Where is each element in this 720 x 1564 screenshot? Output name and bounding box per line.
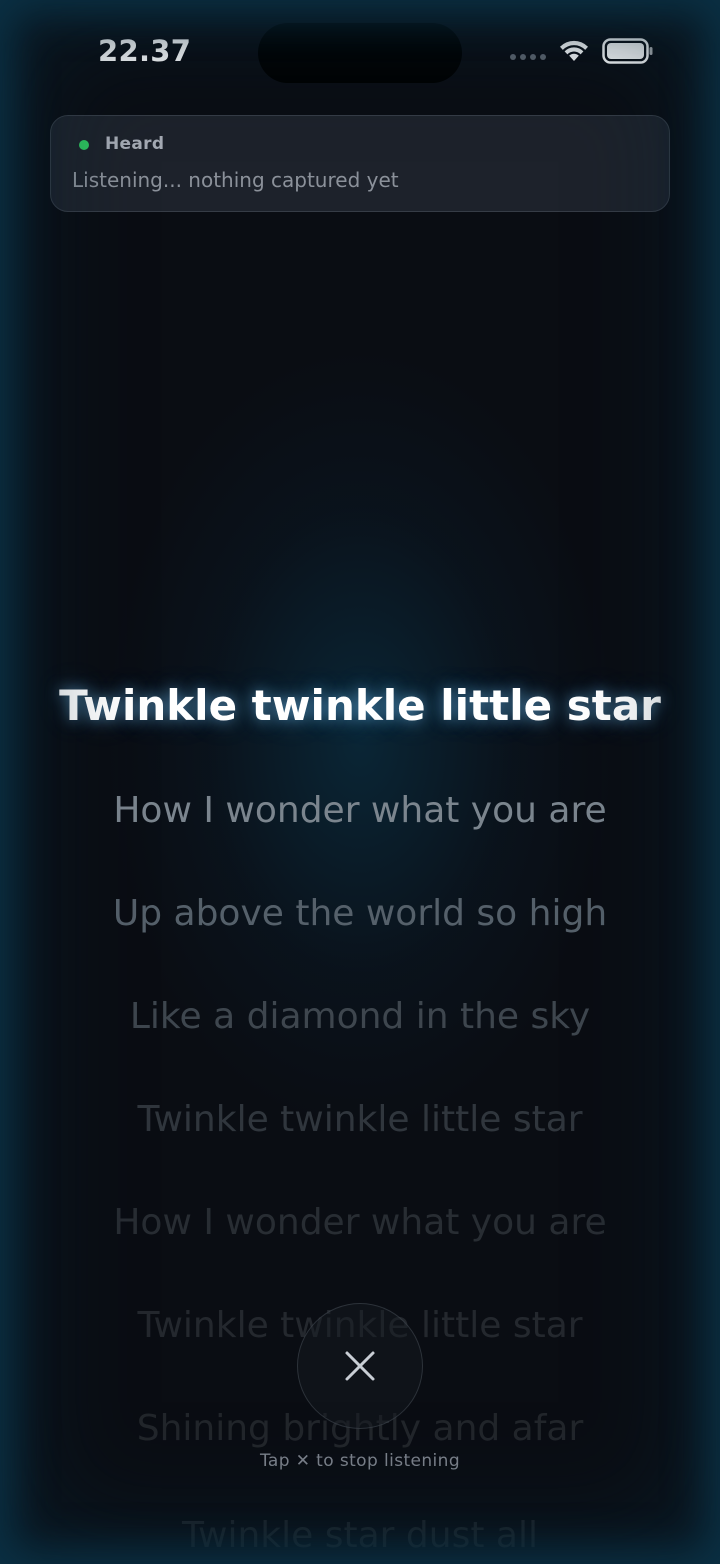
lyric-line: Like a diamond in the sky (129, 996, 591, 1037)
lyrics-listening-screen: 22.37 Heard Listening... nothing capture… (0, 0, 720, 1564)
lyric-line: How I wonder what you are (113, 1202, 607, 1243)
close-icon (345, 1351, 375, 1381)
lyric-line-active: Twinkle twinkle little star (59, 681, 661, 730)
lyric-line: Twinkle star dust all (182, 1515, 538, 1556)
lyric-line: Up above the world so high (112, 893, 608, 934)
lyric-line: How I wonder what you are (113, 790, 607, 831)
stop-listening-button[interactable] (297, 1303, 423, 1429)
lyric-line: Twinkle twinkle little star (137, 1099, 583, 1140)
stop-hint: Tap ✕ to stop listening (259, 1451, 461, 1471)
